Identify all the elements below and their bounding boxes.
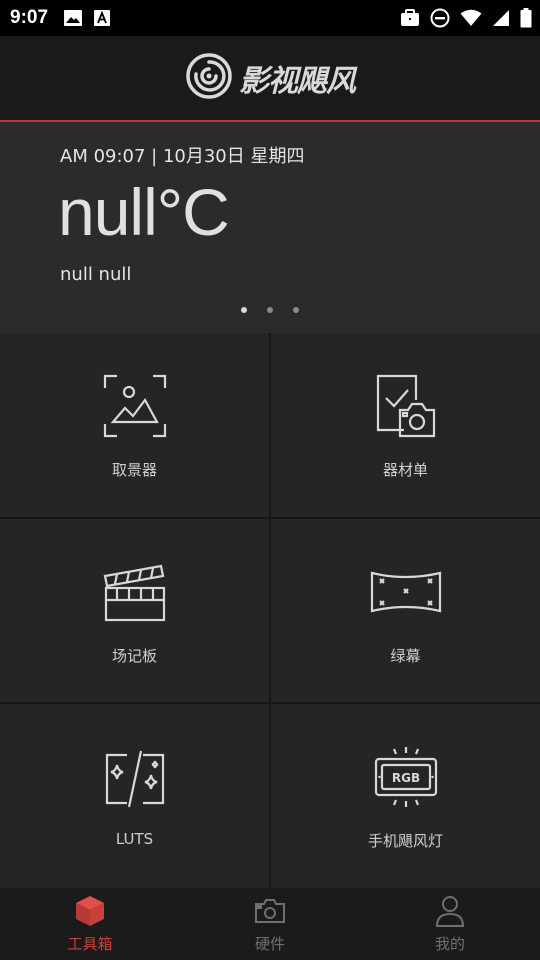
app-header: 影视飓风 <box>0 36 540 120</box>
brand: 影视飓风 <box>185 52 356 104</box>
nav-item-hardware[interactable]: 硬件 <box>180 888 360 960</box>
pager-dot[interactable] <box>241 307 247 313</box>
image-icon <box>64 10 83 26</box>
signal-icon <box>492 9 510 27</box>
camera-icon <box>254 895 286 927</box>
nav-label: 工具箱 <box>67 934 113 953</box>
pager-dot[interactable] <box>267 307 273 313</box>
bottom-nav: 工具箱 硬件 我的 <box>0 888 540 960</box>
status-left-icons <box>64 10 111 26</box>
briefcase-icon <box>400 9 420 27</box>
weather-card[interactable]: AM 09:07 | 10月30日 星期四 null°C null null <box>0 122 540 333</box>
tool-label: 手机飓风灯 <box>367 832 443 851</box>
status-time: 9:07 <box>10 7 49 28</box>
tool-viewfinder[interactable]: 取景器 <box>0 333 269 517</box>
nav-label: 我的 <box>434 934 465 953</box>
weather-datetime: AM 09:07 | 10月30日 星期四 <box>60 146 305 167</box>
rgb-light-icon: RGB <box>374 744 438 810</box>
do-not-disturb-icon <box>430 8 450 28</box>
tool-green-screen[interactable]: 绿幕 <box>271 518 540 703</box>
tool-equipment-list[interactable]: 器材单 <box>271 333 540 517</box>
pager-dot[interactable] <box>293 307 299 313</box>
nav-item-toolbox[interactable]: 工具箱 <box>0 888 180 960</box>
nav-label: 硬件 <box>254 934 285 953</box>
tool-rgb-light[interactable]: RGB 手机飓风灯 <box>271 704 540 888</box>
green-screen-icon <box>368 559 444 625</box>
text-a-icon <box>94 10 111 26</box>
clapperboard-icon <box>103 559 167 625</box>
tool-clapperboard[interactable]: 场记板 <box>0 518 269 703</box>
tool-label: 场记板 <box>111 646 157 665</box>
tools-grid: 取景器 器材单 场记板 绿幕 LUTS RGB 手机飓风灯 <box>0 333 540 888</box>
tool-label: 器材单 <box>382 461 428 479</box>
brand-name: 影视飓风 <box>239 64 356 99</box>
swirl-logo-icon <box>185 52 233 104</box>
viewfinder-icon <box>103 373 167 439</box>
status-right-icons <box>400 0 532 36</box>
weather-description: null null <box>60 264 132 285</box>
luts-icon <box>103 744 167 810</box>
wifi-icon <box>460 9 482 27</box>
weather-temperature: null°C <box>58 175 230 249</box>
tool-luts[interactable]: LUTS <box>0 704 269 888</box>
svg-text:RGB: RGB <box>391 771 419 785</box>
tool-label: LUTS <box>115 830 154 849</box>
cube-icon <box>75 895 105 927</box>
pager-dots <box>0 307 540 313</box>
battery-icon <box>520 8 532 28</box>
status-bar: 9:07 <box>0 0 540 36</box>
tool-label: 绿幕 <box>390 646 421 665</box>
nav-item-me[interactable]: 我的 <box>360 888 540 960</box>
tool-label: 取景器 <box>111 461 157 479</box>
equipment-list-icon <box>374 373 438 439</box>
person-icon <box>436 895 464 927</box>
